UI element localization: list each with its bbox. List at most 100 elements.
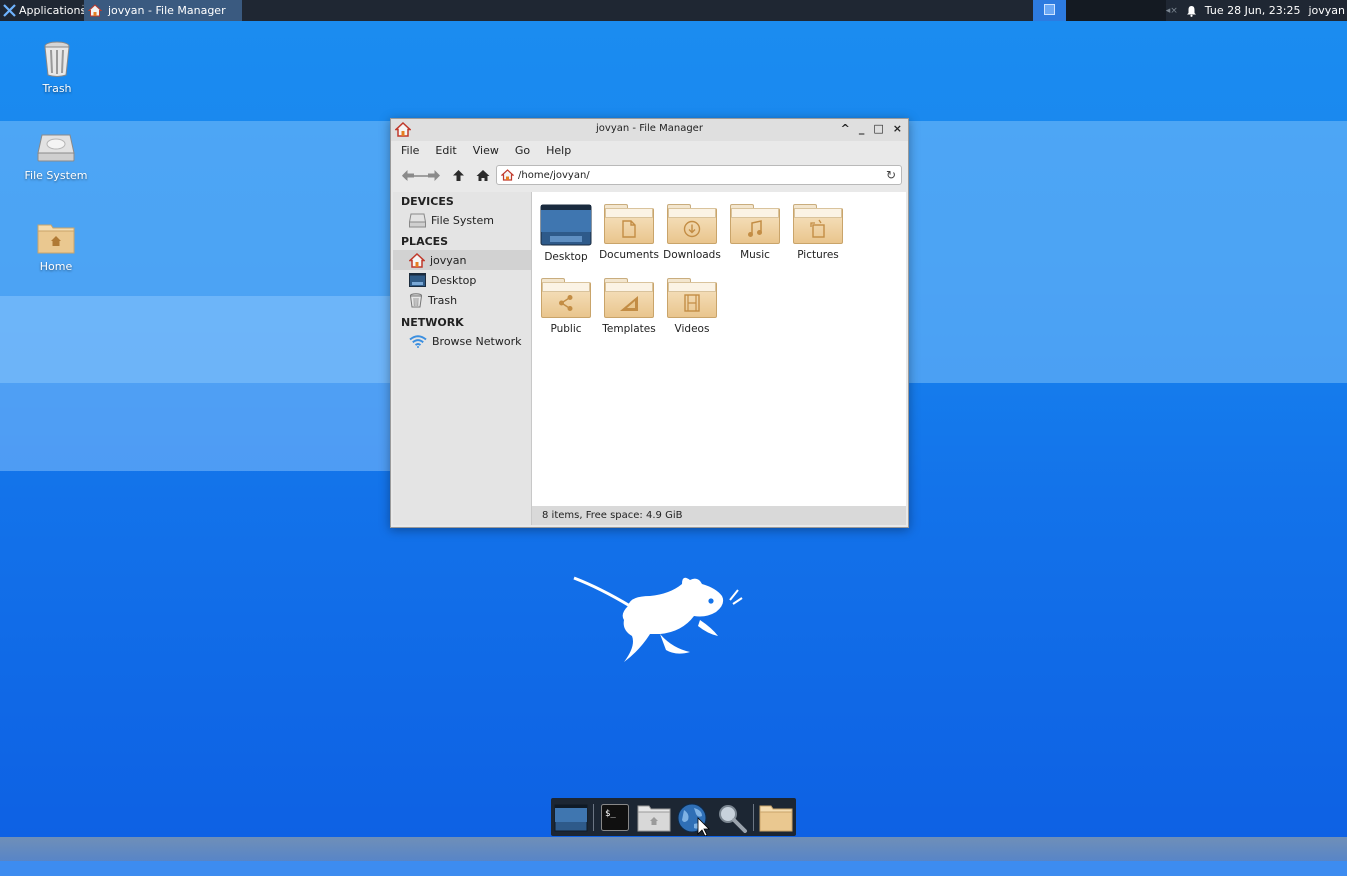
- file-item-label: Desktop: [544, 251, 588, 263]
- trash-icon: [409, 292, 423, 307]
- file-item-label: Music: [740, 249, 770, 261]
- downloads-folder-icon: [667, 204, 717, 244]
- trash-icon: [44, 41, 70, 77]
- desktop-icon: [409, 273, 426, 287]
- file-manager-window: jovyan - File Manager ^ _ □ × File Edit …: [390, 118, 909, 528]
- workspace-1-button[interactable]: [1033, 0, 1066, 21]
- home-folder-icon[interactable]: [637, 804, 671, 832]
- file-item-videos[interactable]: Videos: [661, 278, 723, 335]
- templates-folder-icon: [604, 278, 654, 318]
- documents-folder-icon: [604, 204, 654, 244]
- sidebar-item-browse-network[interactable]: Browse Network: [393, 331, 531, 351]
- search-icon[interactable]: [716, 803, 748, 833]
- reload-icon[interactable]: ↻: [886, 168, 896, 182]
- dock: $_: [551, 798, 796, 836]
- desktop-icon-label: File System: [24, 169, 88, 182]
- user-menu[interactable]: jovyan: [1308, 4, 1345, 17]
- terminal-icon[interactable]: $_: [601, 804, 629, 831]
- sidebar-header-devices: DEVICES: [401, 195, 454, 208]
- file-item-documents[interactable]: Documents: [598, 204, 660, 261]
- close-button[interactable]: ×: [893, 122, 902, 135]
- show-desktop-icon[interactable]: [554, 803, 588, 832]
- sidebar: DEVICES File System PLACES jovyan Deskto…: [393, 192, 532, 525]
- sidebar-item-label: jovyan: [430, 253, 467, 267]
- desktop-folder-icon: [540, 204, 592, 246]
- home-button[interactable]: [476, 169, 490, 182]
- file-item-pictures[interactable]: Pictures: [787, 204, 849, 261]
- wifi-icon: [409, 334, 427, 348]
- public-folder-icon: [541, 278, 591, 318]
- maximize-button[interactable]: □: [873, 122, 883, 135]
- volume-icon[interactable]: ◂×: [1166, 6, 1178, 16]
- menu-file[interactable]: File: [391, 141, 425, 160]
- back-button[interactable]: [401, 169, 415, 182]
- file-item-label: Pictures: [797, 249, 839, 261]
- folder-icon[interactable]: [759, 804, 793, 832]
- file-item-public[interactable]: Public: [535, 278, 597, 335]
- workspace-window-preview: [1044, 4, 1055, 15]
- file-view[interactable]: Desktop Documents Downloads Music Pictur…: [532, 192, 906, 506]
- drive-icon: [409, 213, 426, 227]
- sidebar-item-file-system[interactable]: File System: [393, 210, 531, 230]
- desktop-icon-home[interactable]: Home: [16, 222, 96, 273]
- file-item-label: Videos: [674, 323, 710, 335]
- file-item-label: Downloads: [663, 249, 721, 261]
- shade-button[interactable]: ^: [841, 122, 850, 135]
- menu-go[interactable]: Go: [505, 141, 536, 160]
- file-item-downloads[interactable]: Downloads: [661, 204, 723, 261]
- home-icon: [88, 4, 102, 17]
- window-title: jovyan - File Manager: [596, 123, 703, 134]
- workspace-switcher[interactable]: [1066, 0, 1166, 21]
- menu-bar: File Edit View Go Help: [391, 141, 908, 160]
- applications-menu-button[interactable]: Applications: [3, 0, 86, 21]
- file-item-desktop[interactable]: Desktop: [535, 204, 597, 263]
- file-item-label: Templates: [602, 323, 656, 335]
- dock-separator: [593, 804, 594, 831]
- home-icon: [501, 169, 514, 181]
- desktop-icon-trash[interactable]: Trash: [17, 40, 97, 95]
- forward-button[interactable]: [427, 169, 441, 182]
- taskbar-button-label: jovyan - File Manager: [108, 4, 226, 17]
- minimize-button[interactable]: _: [859, 122, 865, 135]
- sidebar-item-label: Desktop: [431, 273, 477, 287]
- drive-icon: [37, 134, 75, 162]
- clock[interactable]: Tue 28 Jun, 23:25: [1205, 4, 1301, 17]
- location-path: /home/jovyan/: [518, 169, 590, 181]
- applications-label: Applications: [19, 4, 87, 17]
- window-titlebar[interactable]: jovyan - File Manager ^ _ □ ×: [391, 119, 908, 141]
- window-controls: ^ _ □ ×: [841, 122, 902, 135]
- notification-bell-icon[interactable]: [1186, 5, 1197, 17]
- sidebar-item-label: File System: [431, 213, 494, 227]
- desktop-icon-label: Home: [39, 260, 73, 273]
- sidebar-item-jovyan[interactable]: jovyan: [393, 250, 531, 270]
- file-item-label: Public: [550, 323, 582, 335]
- videos-folder-icon: [667, 278, 717, 318]
- desktop-icon-file-system[interactable]: File System: [16, 133, 96, 182]
- menu-help[interactable]: Help: [536, 141, 577, 160]
- sidebar-item-label: Trash: [428, 293, 458, 307]
- top-panel: Applications ⋮ jovyan - File Manager ◂× …: [0, 0, 1347, 21]
- background-band: [0, 296, 392, 471]
- file-item-label: Documents: [599, 249, 659, 261]
- sidebar-header-places: PLACES: [401, 235, 449, 248]
- sidebar-item-desktop[interactable]: Desktop: [393, 270, 531, 290]
- up-button[interactable]: [452, 169, 465, 182]
- menu-view[interactable]: View: [463, 141, 505, 160]
- taskbar-button-file-manager[interactable]: jovyan - File Manager: [84, 0, 242, 21]
- desktop-icon-label: Trash: [42, 82, 72, 95]
- pictures-folder-icon: [793, 204, 843, 244]
- home-folder-icon: [37, 224, 75, 254]
- music-folder-icon: [730, 204, 780, 244]
- dock-separator: [753, 804, 754, 831]
- web-browser-icon[interactable]: [676, 802, 712, 836]
- file-item-templates[interactable]: Templates: [598, 278, 660, 335]
- toolbar: 🡐 /home/jovyan/ ↻: [391, 162, 908, 190]
- menu-edit[interactable]: Edit: [425, 141, 462, 160]
- background-band: [0, 861, 1347, 876]
- home-icon: [409, 252, 425, 268]
- svg-text:$_: $_: [605, 809, 616, 819]
- xfce-mouse-logo: [573, 576, 743, 662]
- sidebar-item-trash[interactable]: Trash: [393, 290, 531, 310]
- file-item-music[interactable]: Music: [724, 204, 786, 261]
- location-bar[interactable]: /home/jovyan/ ↻: [496, 165, 902, 185]
